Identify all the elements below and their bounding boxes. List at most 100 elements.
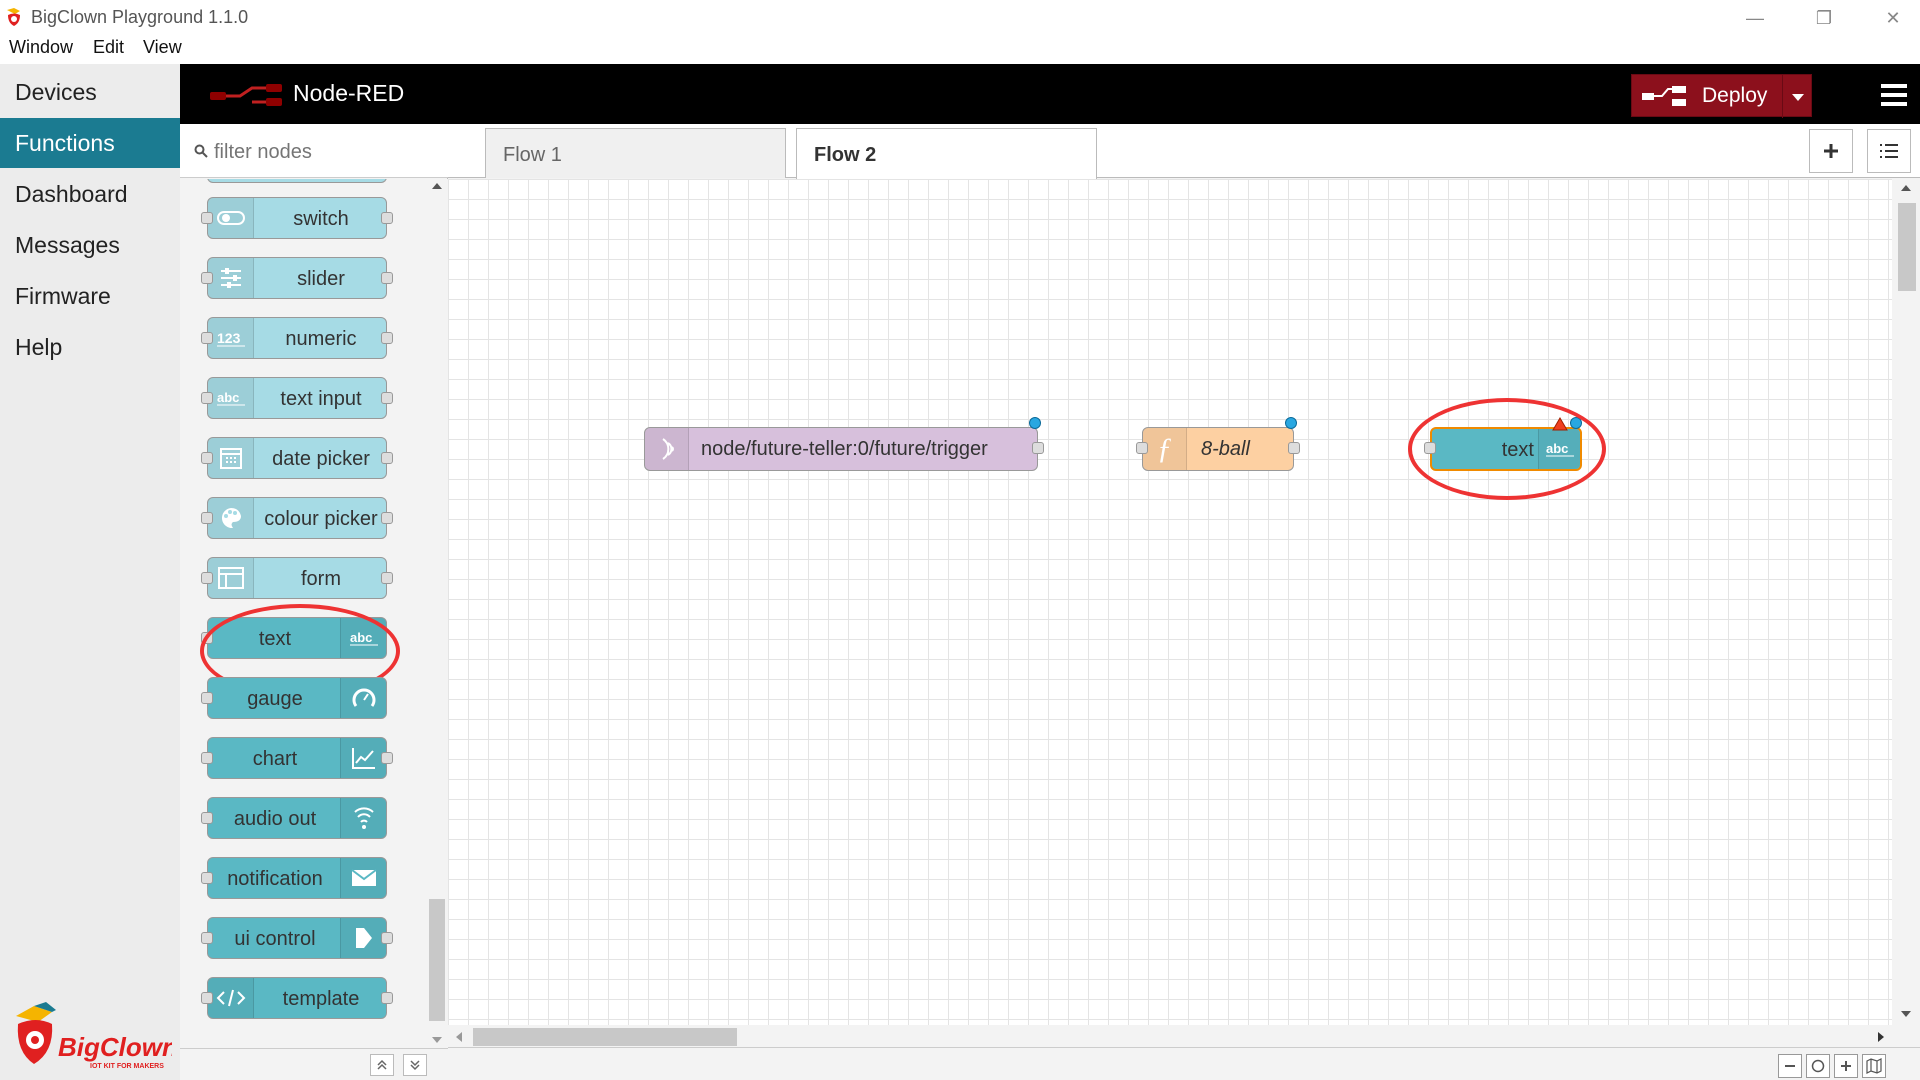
output-port[interactable] [381,392,393,404]
tab-flow-1[interactable]: Flow 1 [485,128,786,178]
output-port[interactable] [1032,442,1044,454]
abc-icon: abc [208,378,254,418]
canvas-horizontal-scrollbar[interactable] [448,1025,1892,1047]
output-port[interactable] [381,932,393,944]
palette-scroll-thumb[interactable] [429,899,445,1021]
output-port[interactable] [381,512,393,524]
sidebar-item-messages[interactable]: Messages [0,220,180,270]
palette-footer [180,1048,448,1080]
arrow-icon [340,918,386,958]
window-title: BigClown Playground 1.1.0 [31,7,249,27]
flow-tab-bar: Flow 1 Flow 2 [448,124,1920,179]
sidebar-item-devices[interactable]: Devices [0,67,180,117]
canvas-vertical-scrollbar[interactable] [1892,179,1920,1025]
caret-down-icon [1791,93,1804,101]
output-port[interactable] [381,272,393,284]
output-port[interactable] [381,572,393,584]
menu-view[interactable]: View [143,37,182,58]
toggle-icon [208,198,254,238]
flow-list-button[interactable] [1867,129,1911,173]
expand-all-button[interactable] [403,1054,427,1076]
flow-node-label: 8-ball [1201,438,1250,460]
palette-node-colour-picker[interactable]: colour picker [201,497,393,539]
sidebar-item-dashboard[interactable]: Dashboard [0,169,180,219]
input-port [201,812,213,824]
sidebar-item-firmware[interactable]: Firmware [0,271,180,321]
function-icon: ƒ [1143,428,1187,470]
collapse-all-button[interactable] [370,1054,394,1076]
add-flow-button[interactable] [1809,129,1853,173]
output-port[interactable] [381,332,393,344]
palette-filter [180,124,448,178]
scroll-up-icon[interactable] [1900,183,1912,193]
palette-node-audio-out[interactable]: audio out [201,797,387,839]
close-button[interactable]: ✕ [1863,0,1920,36]
flow-node-mqtt-in[interactable]: node/future-teller:0/future/trigger [644,417,1044,471]
deploy-button[interactable]: Deploy [1631,74,1812,118]
zoom-out-button[interactable] [1778,1054,1802,1078]
palette-node-label: ui control [234,928,316,950]
chevrons-up-icon [377,1059,387,1070]
palette-node-gauge[interactable]: gauge [201,677,387,719]
palette-node-label: colour picker [264,508,378,530]
input-port [201,752,213,764]
menu-bar: Window Edit View [0,36,1920,64]
circle-icon [1811,1059,1825,1073]
menu-edit[interactable]: Edit [93,37,124,58]
zoom-reset-button[interactable] [1806,1054,1830,1078]
output-port[interactable] [381,212,393,224]
calendar-icon [208,438,254,478]
flow-canvas[interactable]: node/future-teller:0/future/trigger ƒ 8-… [448,179,1892,1025]
scroll-down-icon[interactable] [1900,1009,1912,1019]
main-menu-button[interactable] [1873,76,1913,114]
canvas-hscroll-thumb[interactable] [473,1028,737,1046]
palette-node-label: chart [252,748,298,770]
tab-flow-2[interactable]: Flow 2 [796,128,1097,179]
workspace: Flow 1 Flow 2 node/future-teller:0/futur… [448,124,1920,1080]
output-port[interactable] [1288,442,1300,454]
plus-icon [1841,1061,1851,1071]
workspace-footer [448,1047,1920,1080]
wifi-icon [645,428,689,470]
palette-node-template[interactable]: template [201,977,393,1019]
filter-nodes-input[interactable] [214,138,434,166]
palette-node-switch[interactable]: switch [201,197,393,239]
palette-node-form[interactable]: form [201,557,393,599]
scroll-up-icon[interactable] [431,181,443,191]
navigator-button[interactable] [1862,1054,1886,1078]
restore-button[interactable]: ❐ [1794,0,1854,36]
output-port[interactable] [381,992,393,1004]
palette-node-slider[interactable]: slider [201,257,393,299]
menu-window[interactable]: Window [9,37,73,58]
palette-node-chart[interactable]: chart [201,737,393,779]
output-port[interactable] [381,752,393,764]
output-port[interactable] [381,452,393,464]
audio-icon [340,798,386,838]
menu-bar-line [1881,84,1907,88]
scroll-left-icon[interactable] [454,1031,464,1043]
palette-node-label: switch [293,208,349,230]
minimize-button[interactable]: — [1725,0,1785,36]
scroll-down-icon[interactable] [431,1035,443,1045]
palette-scrollbar[interactable] [424,179,448,1049]
palette-node-ui-control[interactable]: ui control [201,917,393,959]
deploy-dropdown-button[interactable] [1782,75,1812,118]
canvas-vscroll-thumb[interactable] [1898,203,1916,291]
sidebar-item-functions[interactable]: Functions [0,118,180,168]
scroll-right-icon[interactable] [1876,1031,1886,1043]
highlight-circle-canvas [1408,398,1606,500]
palette-node-text-input[interactable]: abc text input [201,377,393,419]
palette-node-numeric[interactable]: 123 numeric [201,317,393,359]
palette-node-notification[interactable]: notification [201,857,387,899]
palette-node-date-picker[interactable]: date picker [201,437,393,479]
input-port [201,512,213,524]
flow-node-function[interactable]: ƒ 8-ball [1136,417,1300,471]
list-icon [1880,144,1898,158]
changed-indicator [1029,417,1041,429]
zoom-in-button[interactable] [1834,1054,1858,1078]
input-port [201,572,213,584]
nodered-logo-icon [210,84,282,106]
palette-node-label: form [301,568,341,590]
nodered-title: Node-RED [293,80,405,106]
sidebar-item-help[interactable]: Help [0,322,180,372]
